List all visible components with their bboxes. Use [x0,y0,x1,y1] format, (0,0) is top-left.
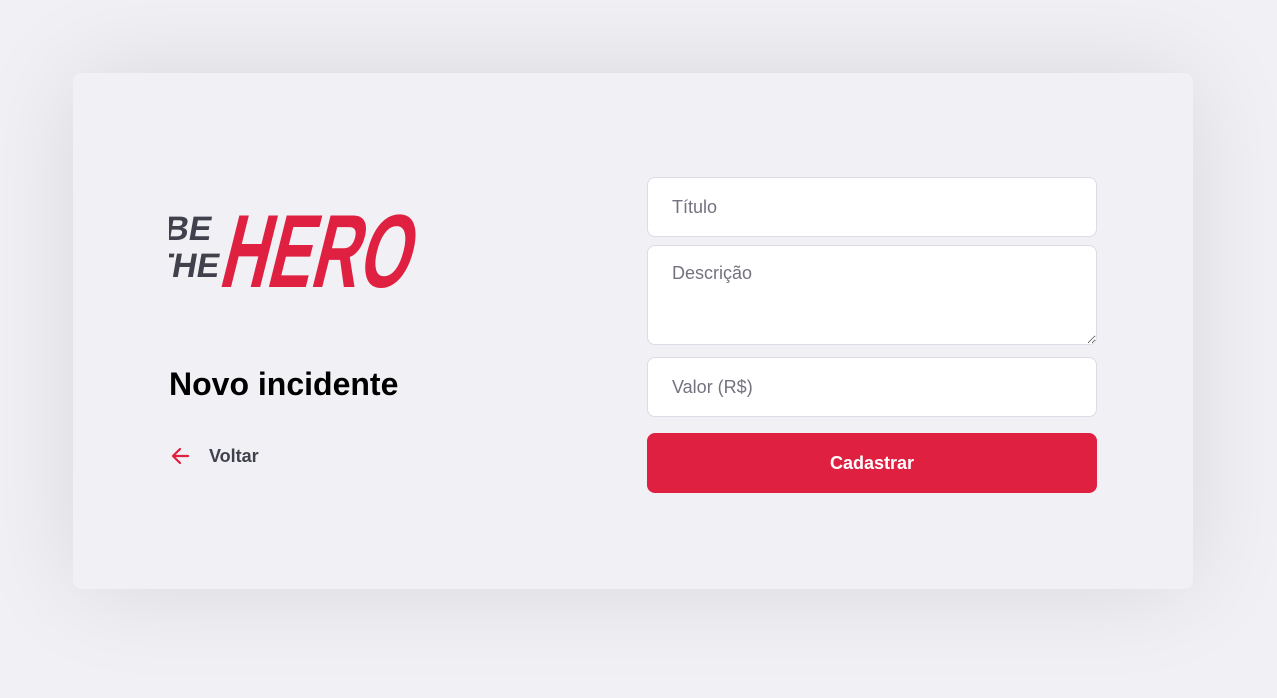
svg-text:THE: THE [169,247,223,285]
new-incident-card: BE THE HERO Novo incidente Voltar Cadast… [73,73,1193,589]
submit-button[interactable]: Cadastrar [647,433,1097,493]
value-input[interactable] [647,357,1097,417]
svg-text:HERO: HERO [211,193,421,301]
arrow-left-icon [171,447,190,465]
be-the-hero-logo: BE THE HERO [169,191,421,301]
title-input[interactable] [647,177,1097,237]
intro-section: BE THE HERO Novo incidente Voltar [169,73,569,589]
svg-text:BE: BE [169,210,215,248]
description-textarea[interactable] [647,245,1097,345]
page-title: Novo incidente [169,366,399,402]
back-link-label: Voltar [209,445,259,466]
incident-form: Cadastrar [647,177,1097,493]
back-link[interactable]: Voltar [169,445,259,467]
